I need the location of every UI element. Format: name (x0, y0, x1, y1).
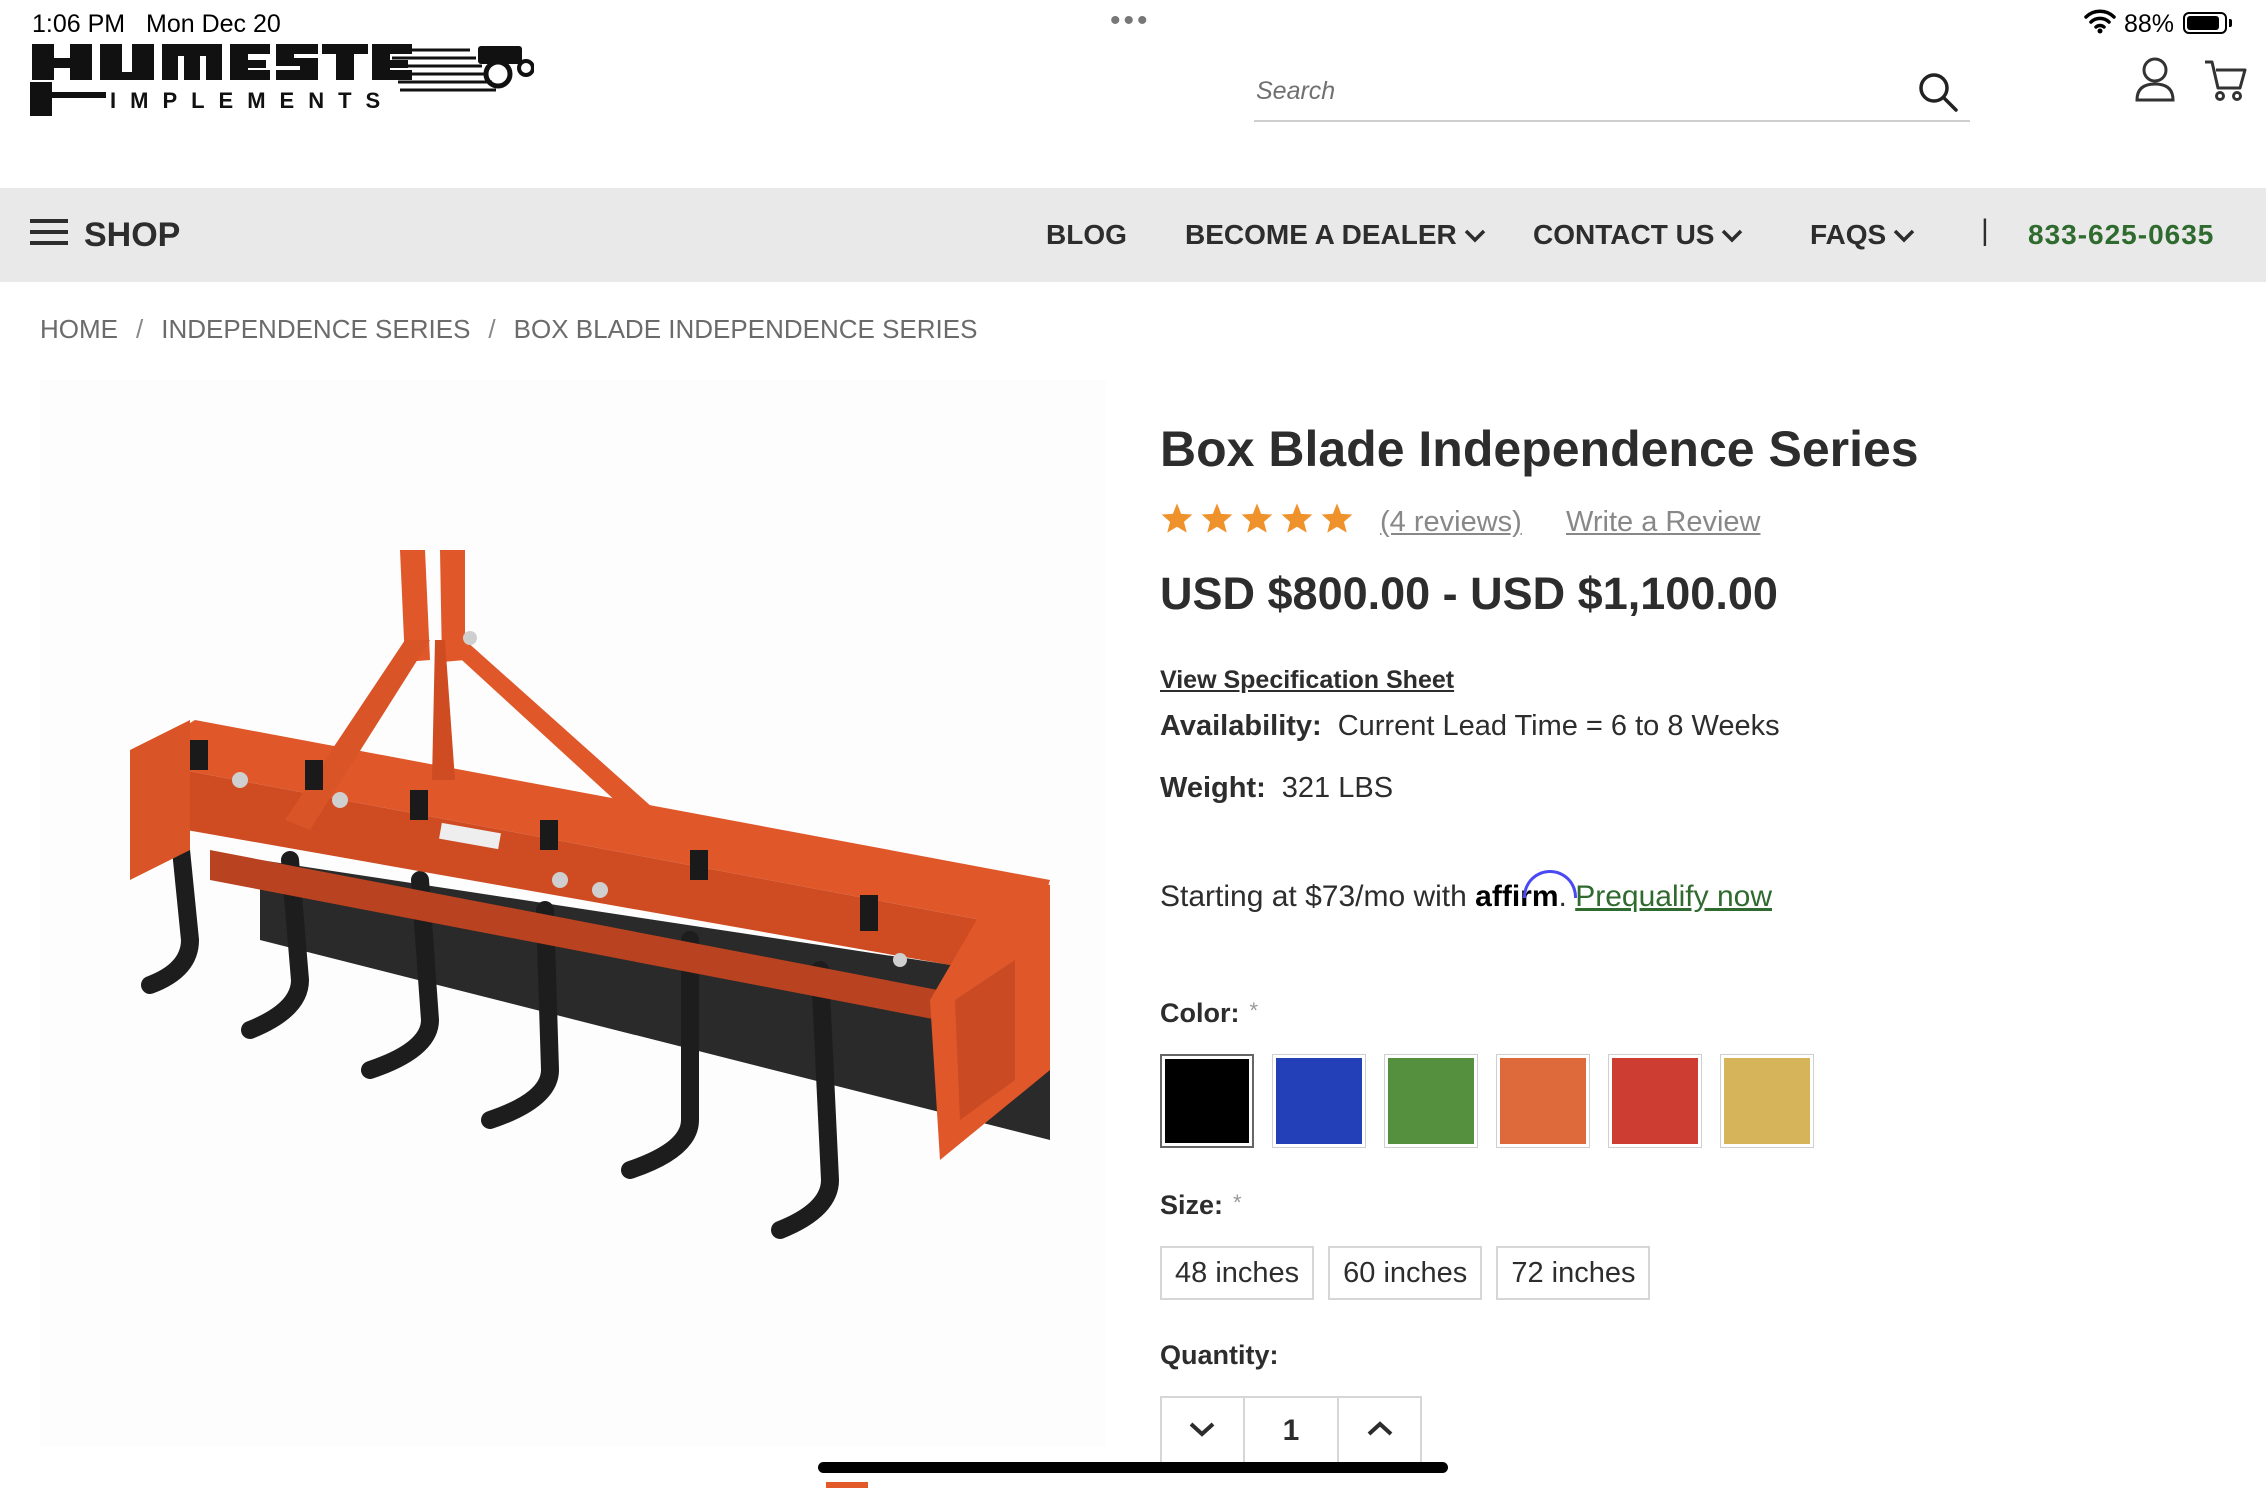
size-label-text: Size: (1160, 1190, 1224, 1220)
size-option-72[interactable]: 72 inches (1496, 1246, 1651, 1300)
chevron-down-icon (1463, 219, 1487, 251)
nav-item-become-a-dealer[interactable]: BECOME A DEALER (1185, 188, 1487, 282)
phone-link[interactable]: 833-625-0635 (2028, 188, 2214, 282)
nav-item-contact-us[interactable]: CONTACT US (1533, 188, 1744, 282)
product-image[interactable] (40, 380, 1106, 1446)
breadcrumb-home[interactable]: HOME (40, 314, 118, 345)
color-swatches (1160, 1054, 1814, 1148)
quantity-increase-button[interactable] (1339, 1398, 1420, 1464)
availability-row: Availability: Current Lead Time = 6 to 8 … (1160, 710, 1780, 743)
color-swatch[interactable] (1272, 1054, 1366, 1148)
star-icon (1200, 502, 1234, 539)
affirm-prefix: Starting at $73/mo with (1160, 880, 1467, 913)
required-mark: * (1233, 1190, 1242, 1215)
quantity-value[interactable]: 1 (1242, 1398, 1340, 1464)
status-bar: 1:06 PM Mon Dec 20 ••• 88% (0, 0, 2266, 46)
nav-item-label: BECOME A DEALER (1185, 219, 1457, 250)
product-price: USD $800.00 - USD $1,100.00 (1160, 568, 1778, 619)
shop-menu-button[interactable]: SHOP (30, 188, 180, 282)
multitasking-dots[interactable]: ••• (1110, 4, 1151, 38)
prequalify-link[interactable]: Prequalify now (1575, 880, 1772, 913)
size-options: 48 inches 60 inches 72 inches (1160, 1246, 1651, 1300)
search-icon[interactable] (1916, 70, 1960, 114)
nav-item-label: FAQS (1810, 219, 1887, 250)
breadcrumb-independence-series[interactable]: INDEPENDENCE SERIES (161, 314, 470, 345)
shop-label: SHOP (84, 215, 181, 254)
color-label-text: Color: (1160, 998, 1240, 1028)
color-swatch[interactable] (1384, 1054, 1478, 1148)
hamburger-icon (30, 216, 68, 255)
quantity-decrease-button[interactable] (1162, 1398, 1243, 1464)
breadcrumb-separator: / (488, 314, 496, 344)
color-swatch[interactable] (1608, 1054, 1702, 1148)
breadcrumb-separator: / (136, 314, 144, 344)
rating-stars (1160, 502, 1354, 539)
status-time: 1:06 PM (32, 10, 126, 38)
size-option-48[interactable]: 48 inches (1160, 1246, 1315, 1300)
status-date: Mon Dec 20 (146, 10, 281, 38)
color-swatch[interactable] (1160, 1054, 1254, 1148)
color-label: Color: * (1160, 998, 1258, 1029)
chevron-down-icon (1892, 219, 1916, 251)
star-icon (1240, 502, 1274, 539)
breadcrumb-current: BOX BLADE INDEPENDENCE SERIES (513, 314, 978, 344)
reviews-link[interactable]: (4 reviews) (1380, 506, 1522, 539)
svg-text:IMPLEMENTS: IMPLEMENTS (110, 88, 394, 113)
search-bar (1254, 64, 1970, 122)
breadcrumb: HOME / INDEPENDENCE SERIES / BOX BLADE I… (40, 314, 977, 345)
home-indicator[interactable] (818, 1462, 1448, 1473)
cart-icon[interactable] (2203, 58, 2247, 102)
scroll-accent (826, 1482, 868, 1488)
weight-value: 321 LBS (1281, 772, 1394, 804)
battery-icon (2183, 12, 2227, 34)
size-label: Size: * (1160, 1190, 1242, 1221)
chevron-up-icon (1365, 1419, 1395, 1444)
user-icon[interactable] (2134, 56, 2176, 102)
color-swatch[interactable] (1496, 1054, 1590, 1148)
main-nav: SHOP BLOG BECOME A DEALER CONTACT US FAQ… (0, 188, 2266, 282)
search-input[interactable] (1254, 70, 1898, 112)
color-swatch[interactable] (1720, 1054, 1814, 1148)
availability-value: Current Lead Time = 6 to 8 Weeks (1337, 710, 1780, 742)
write-review-link[interactable]: Write a Review (1566, 506, 1760, 539)
quantity-label: Quantity: (1160, 1340, 1279, 1370)
battery-tip (2229, 19, 2232, 27)
nav-item-label: CONTACT US (1533, 219, 1715, 250)
availability-label: Availability: (1160, 710, 1322, 742)
nav-separator: | (1981, 214, 1989, 247)
quantity-stepper: 1 (1160, 1396, 1422, 1466)
nav-item-label: BLOG (1046, 219, 1127, 250)
weight-label: Weight: (1160, 772, 1266, 804)
weight-row: Weight: 321 LBS (1160, 772, 1393, 805)
chevron-down-icon (1720, 219, 1744, 251)
star-icon (1280, 502, 1314, 539)
wifi-icon (2084, 8, 2116, 41)
battery-percent: 88% (2124, 10, 2175, 38)
affirm-arc-icon (1523, 870, 1578, 898)
star-icon (1320, 502, 1354, 539)
star-icon (1160, 502, 1194, 539)
size-option-60[interactable]: 60 inches (1328, 1246, 1483, 1300)
affirm-logo: affirm (1475, 870, 1578, 913)
nav-item-blog[interactable]: BLOG (1046, 188, 1127, 282)
nav-item-faqs[interactable]: FAQS (1810, 188, 1916, 282)
required-mark: * (1249, 998, 1259, 1023)
chevron-down-icon (1187, 1419, 1217, 1444)
spec-sheet-link[interactable]: View Specification Sheet (1160, 666, 1454, 695)
affirm-financing: Starting at $73/mo with affirm. Prequali… (1160, 870, 1772, 914)
homestead-implements-logo[interactable]: IMPLEMENTS (30, 44, 535, 126)
product-title: Box Blade Independence Series (1160, 421, 1919, 477)
